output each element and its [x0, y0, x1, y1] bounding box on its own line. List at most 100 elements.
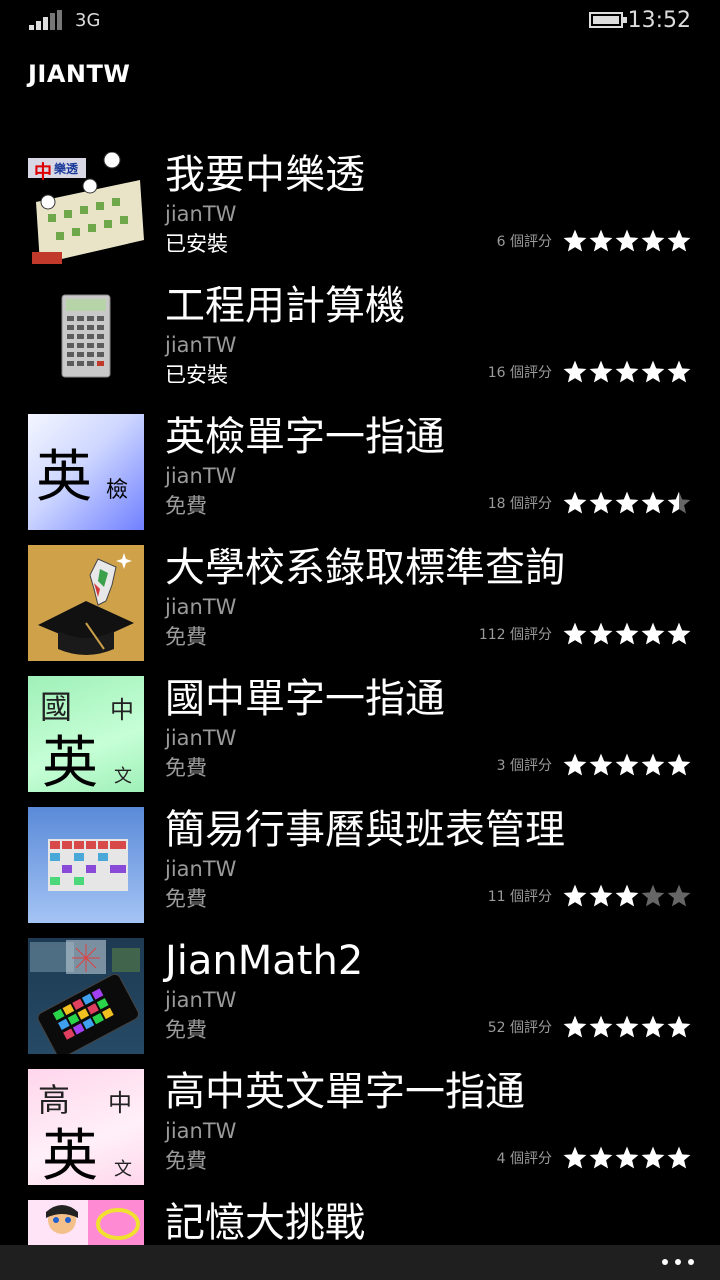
senior-english-app-icon: 高 英 中 文	[28, 1069, 144, 1185]
app-rating: 6 個評分	[497, 228, 692, 254]
app-list-item[interactable]: 國 英 中 文 國中單字一指通 jianTW 免費 3 個評分	[0, 670, 720, 801]
star-icon	[615, 360, 639, 383]
star-icon	[641, 1146, 665, 1169]
app-list-item[interactable]: 中 樂透 我要中樂透 jianTW 已安裝 6 個評分	[0, 146, 720, 277]
rating-stars	[562, 621, 692, 647]
star-icon	[563, 229, 587, 252]
app-rating: 3 個評分	[497, 752, 692, 778]
star-icon	[667, 1146, 691, 1169]
english-icon-subchar: 檢	[106, 478, 129, 503]
junior-icon-char: 英	[42, 731, 98, 792]
page-title: JIANTW	[28, 60, 131, 88]
app-list[interactable]: 中 樂透 我要中樂透 jianTW 已安裝 6 個評分 工程用計算機 jianT…	[0, 146, 720, 1246]
rating-stars	[562, 490, 692, 516]
senior-icon-char: 文	[114, 1159, 132, 1180]
star-icon	[615, 884, 639, 907]
battery-icon	[589, 12, 627, 28]
star-icon	[563, 753, 587, 776]
rating-stars	[562, 752, 692, 778]
rating-stars	[562, 1145, 692, 1171]
app-name: JianMath2	[165, 938, 364, 984]
junior-english-app-icon: 國 英 中 文	[28, 676, 144, 792]
app-list-item[interactable]: 英 檢 英檢單字一指通 jianTW 免費 18 個評分	[0, 408, 720, 539]
app-state: 免費	[165, 1149, 207, 1173]
star-icon	[641, 491, 665, 514]
star-icon	[589, 753, 613, 776]
lottery-app-icon: 中 樂透	[28, 152, 144, 268]
app-state: 免費	[165, 625, 207, 649]
star-icon	[589, 491, 613, 514]
rating-count: 52 個評分	[487, 1020, 552, 1036]
rating-stars	[562, 359, 692, 385]
senior-icon-char: 中	[108, 1089, 132, 1117]
app-list-item[interactable]: 大學校系錄取標準查詢 jianTW 免費 112 個評分	[0, 539, 720, 670]
app-name: 工程用計算機	[165, 283, 405, 329]
lottery-icon-word: 樂透	[54, 162, 79, 176]
graduation-cap-app-icon	[28, 545, 144, 661]
star-icon	[589, 884, 613, 907]
star-icon	[563, 360, 587, 383]
math-phone-app-icon	[28, 938, 144, 1054]
ellipsis-icon[interactable]	[662, 1259, 694, 1265]
app-name: 大學校系錄取標準查詢	[165, 545, 565, 591]
star-icon	[589, 360, 613, 383]
star-icon	[641, 229, 665, 252]
app-publisher: jianTW	[165, 464, 237, 488]
rating-count: 16 個評分	[487, 365, 552, 381]
rating-count: 6 個評分	[496, 234, 552, 250]
star-icon	[667, 360, 691, 383]
junior-icon-char: 文	[114, 766, 132, 787]
star-icon	[589, 622, 613, 645]
app-publisher: jianTW	[165, 857, 237, 881]
network-type: 3G	[75, 10, 101, 31]
app-state: 免費	[165, 494, 207, 518]
app-name: 英檢單字一指通	[165, 414, 445, 460]
star-icon	[667, 753, 691, 776]
star-icon	[641, 622, 665, 645]
rating-stars	[562, 1014, 692, 1040]
status-bar: 3G 13:52	[0, 0, 720, 42]
star-icon	[641, 1015, 665, 1038]
star-icon	[667, 491, 691, 514]
star-icon	[589, 1146, 613, 1169]
rating-count: 18 個評分	[487, 496, 552, 512]
app-name: 國中單字一指通	[165, 676, 445, 722]
app-publisher: jianTW	[165, 595, 237, 619]
star-icon	[641, 360, 665, 383]
english-icon-char: 英	[36, 445, 92, 510]
app-rating: 52 個評分	[488, 1014, 692, 1040]
star-icon	[563, 491, 587, 514]
app-state: 免費	[165, 887, 207, 911]
star-icon	[667, 229, 691, 252]
app-publisher: jianTW	[165, 726, 237, 750]
rating-count: 11 個評分	[487, 889, 552, 905]
app-state: 免費	[165, 756, 207, 780]
star-icon	[615, 1015, 639, 1038]
app-list-item[interactable]: JianMath2 jianTW 免費 52 個評分	[0, 932, 720, 1063]
star-icon	[563, 622, 587, 645]
star-icon	[589, 229, 613, 252]
star-icon	[667, 622, 691, 645]
rating-count: 3 個評分	[496, 758, 552, 774]
app-list-item[interactable]: 記憶大挑戰	[0, 1194, 720, 1246]
app-list-item[interactable]: 高 英 中 文 高中英文單字一指通 jianTW 免費 4 個評分	[0, 1063, 720, 1194]
app-list-item[interactable]: 簡易行事曆與班表管理 jianTW 免費 11 個評分	[0, 801, 720, 932]
rating-stars	[562, 883, 692, 909]
star-icon	[589, 1015, 613, 1038]
rating-stars	[562, 228, 692, 254]
app-list-item[interactable]: 工程用計算機 jianTW 已安裝 16 個評分	[0, 277, 720, 408]
app-rating: 112 個評分	[479, 621, 692, 647]
app-state: 已安裝	[165, 363, 228, 387]
app-rating: 11 個評分	[488, 883, 692, 909]
calculator-app-icon	[28, 283, 144, 399]
star-icon	[615, 753, 639, 776]
star-icon	[667, 884, 691, 907]
star-icon	[615, 229, 639, 252]
rating-count: 112 個評分	[478, 627, 552, 643]
app-rating: 16 個評分	[488, 359, 692, 385]
app-publisher: jianTW	[165, 333, 237, 357]
lottery-icon-char: 中	[34, 162, 52, 183]
app-rating: 4 個評分	[497, 1145, 692, 1171]
app-bar	[0, 1245, 720, 1280]
senior-icon-char: 英	[42, 1124, 98, 1185]
